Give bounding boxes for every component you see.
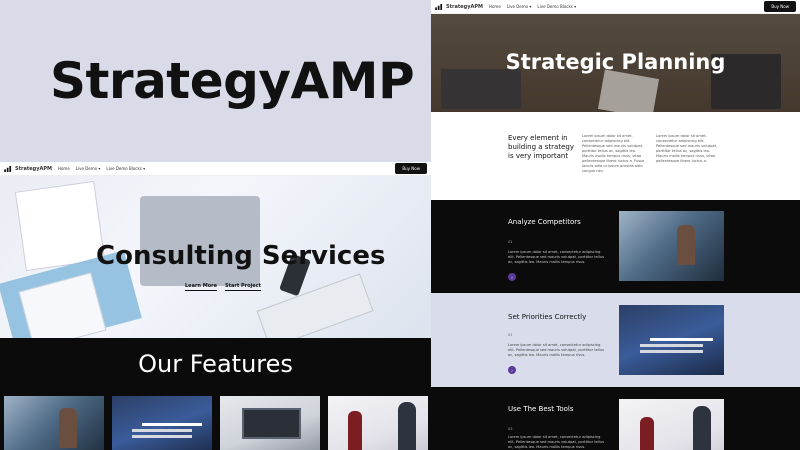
start-project-link[interactable]: Start Project (225, 283, 261, 291)
right-navbar: StrategyAPM Home Live Demo ▾ Live Demo B… (431, 0, 800, 14)
section-title: Analyze Competitors (508, 218, 581, 226)
feature-thumb-whiteboard[interactable] (328, 396, 428, 450)
section-image (619, 399, 724, 450)
section-analyze-competitors: Analyze Competitors 01 Lorem ipsum dolor… (431, 200, 800, 293)
logo-chart-icon (4, 165, 12, 172)
right-hero: Strategic Planning (431, 14, 800, 112)
left-page-preview: StrategyAPM Home Live Demo ▾ Live Demo B… (0, 162, 431, 450)
right-hero-title: Strategic Planning (505, 50, 726, 74)
section-title: Set Priorities Correctly (508, 313, 587, 321)
left-buy-now-button[interactable]: Buy Now (395, 163, 427, 174)
brand-title: StrategyAMP (50, 52, 415, 110)
left-hero-title: Consulting Services (96, 241, 386, 271)
right-logo[interactable]: StrategyAPM (435, 3, 483, 10)
left-hero: Consulting Services Learn More Start Pro… (0, 176, 431, 338)
features-title: Our Features (138, 350, 293, 378)
right-logo-text: StrategyAPM (446, 3, 483, 10)
arrow-right-icon[interactable]: › (508, 273, 516, 281)
left-nav-live-demo[interactable]: Live Demo ▾ (76, 166, 101, 171)
section-number: 02 (508, 333, 513, 337)
section-image (619, 305, 724, 375)
right-nav-live-demo[interactable]: Live Demo ▾ (507, 4, 532, 9)
left-nav-live-demo-blocks[interactable]: Live Demo Blocks ▾ (106, 166, 145, 171)
feature-thumb-chess[interactable] (112, 396, 212, 450)
section-text: Lorem ipsum dolor sit amet, consectetur … (508, 435, 604, 449)
section-number: 01 (508, 240, 513, 244)
section-best-tools: Use The Best Tools 03 Lorem ipsum dolor … (431, 387, 800, 450)
intro-text-col-2: Lorem ipsum dolor sit amet, consectetur … (656, 134, 718, 163)
feature-thumbnails (4, 396, 428, 450)
intro-heading: Every element in building a strategy is … (508, 134, 574, 160)
section-title: Use The Best Tools (508, 405, 574, 413)
clipboard-image (14, 180, 106, 272)
section-image (619, 211, 724, 281)
section-text: Lorem ipsum dolor sit amet, consectetur … (508, 343, 604, 357)
left-navbar: StrategyAPM Home Live Demo ▾ Live Demo B… (0, 162, 431, 176)
left-logo-text: StrategyAPM (15, 165, 52, 172)
logo-chart-icon (435, 3, 443, 10)
right-nav-home[interactable]: Home (489, 4, 501, 9)
section-set-priorities: Set Priorities Correctly 02 Lorem ipsum … (431, 293, 800, 387)
section-number: 03 (508, 427, 513, 431)
intro-section: Every element in building a strategy is … (431, 112, 800, 200)
right-page-preview: StrategyAPM Home Live Demo ▾ Live Demo B… (431, 0, 800, 450)
right-nav-live-demo-blocks[interactable]: Live Demo Blocks ▾ (537, 4, 576, 9)
features-section: Our Features (0, 338, 431, 450)
arrow-right-icon[interactable]: › (508, 366, 516, 374)
learn-more-link[interactable]: Learn More (185, 283, 217, 291)
intro-text-col-1: Lorem ipsum dolor sit amet, consectetur … (582, 134, 645, 173)
left-nav-home[interactable]: Home (58, 166, 70, 171)
hero-links: Learn More Start Project (185, 283, 261, 291)
right-buy-now-button[interactable]: Buy Now (764, 1, 796, 12)
feature-thumb-laptop[interactable] (220, 396, 320, 450)
left-logo[interactable]: StrategyAPM (4, 165, 52, 172)
feature-thumb-analyze[interactable] (4, 396, 104, 450)
section-text: Lorem ipsum dolor sit amet, consectetur … (508, 250, 604, 264)
